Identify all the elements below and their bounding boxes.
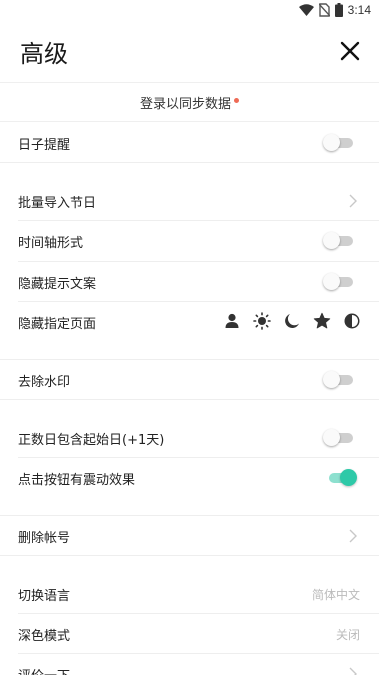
day-reminder-toggle[interactable]	[323, 134, 357, 151]
header: 高级	[0, 22, 379, 80]
setting-dark-mode[interactable]: 深色模式 关闭	[0, 614, 379, 654]
chevron-right-icon	[349, 194, 357, 208]
remove-watermark-toggle[interactable]	[323, 371, 357, 388]
setting-day-reminder[interactable]: 日子提醒	[0, 123, 379, 163]
status-icons: 3:14	[298, 3, 371, 17]
notification-dot	[234, 98, 239, 103]
setting-hide-hint-text-label: 隐藏提示文案	[18, 277, 97, 292]
setting-batch-import-label: 批量导入节日	[18, 196, 97, 211]
divider	[0, 162, 379, 163]
divider	[0, 555, 379, 556]
moon-icon[interactable]	[283, 312, 301, 330]
login-sync-text: 登录以同步数据	[139, 96, 231, 112]
setting-dark-mode-label: 深色模式	[18, 629, 71, 644]
setting-rate[interactable]: 评价一下	[0, 654, 379, 675]
status-bar: 3:14	[0, 0, 379, 22]
timeline-mode-toggle[interactable]	[323, 232, 357, 249]
chevron-right-icon	[349, 667, 357, 675]
setting-rate-label: 评价一下	[18, 665, 70, 675]
divider	[0, 399, 379, 400]
setting-click-vibration-label: 点击按钮有震动效果	[18, 473, 136, 488]
star-icon[interactable]	[313, 312, 331, 330]
status-time: 3:14	[347, 3, 371, 17]
login-sync-banner[interactable]: 登录以同步数据	[0, 82, 379, 122]
setting-hide-pages: 隐藏指定页面	[0, 302, 379, 342]
setting-hide-hint-text[interactable]: 隐藏提示文案	[0, 262, 379, 302]
setting-hide-pages-label: 隐藏指定页面	[18, 317, 97, 332]
setting-dark-mode-value: 关闭	[335, 628, 360, 642]
setting-timeline-mode[interactable]: 时间轴形式	[0, 221, 379, 261]
setting-day-reminder-label: 日子提醒	[18, 138, 71, 153]
click-vibration-toggle[interactable]	[323, 469, 357, 486]
setting-delete-account[interactable]: 删除帐号	[0, 516, 379, 556]
contrast-icon[interactable]	[343, 312, 361, 330]
sun-icon[interactable]	[253, 312, 271, 330]
setting-remove-watermark-label: 去除水印	[18, 375, 71, 390]
setting-delete-account-label: 删除帐号	[18, 531, 71, 546]
page-title: 高级	[20, 40, 68, 68]
close-icon[interactable]	[337, 38, 363, 64]
setting-count-include-start-label: 正数日包含起始日(+1天)	[18, 433, 165, 448]
battery-icon	[334, 3, 343, 17]
no-sim-icon	[318, 3, 330, 17]
wifi-icon	[298, 4, 314, 16]
setting-language-value: 简体中文	[311, 588, 360, 602]
setting-remove-watermark[interactable]: 去除水印	[0, 360, 379, 400]
setting-language[interactable]: 切换语言 简体中文	[0, 574, 379, 614]
chevron-right-icon	[349, 529, 357, 543]
setting-count-include-start[interactable]: 正数日包含起始日(+1天)	[0, 418, 379, 458]
hide-hint-text-toggle[interactable]	[323, 273, 357, 290]
setting-click-vibration[interactable]: 点击按钮有震动效果	[0, 458, 379, 498]
page-icon-group	[223, 312, 361, 330]
person-icon[interactable]	[223, 312, 241, 330]
setting-timeline-mode-label: 时间轴形式	[18, 236, 84, 251]
count-include-start-toggle[interactable]	[323, 429, 357, 446]
setting-batch-import[interactable]: 批量导入节日	[0, 181, 379, 221]
setting-language-label: 切换语言	[18, 589, 71, 604]
